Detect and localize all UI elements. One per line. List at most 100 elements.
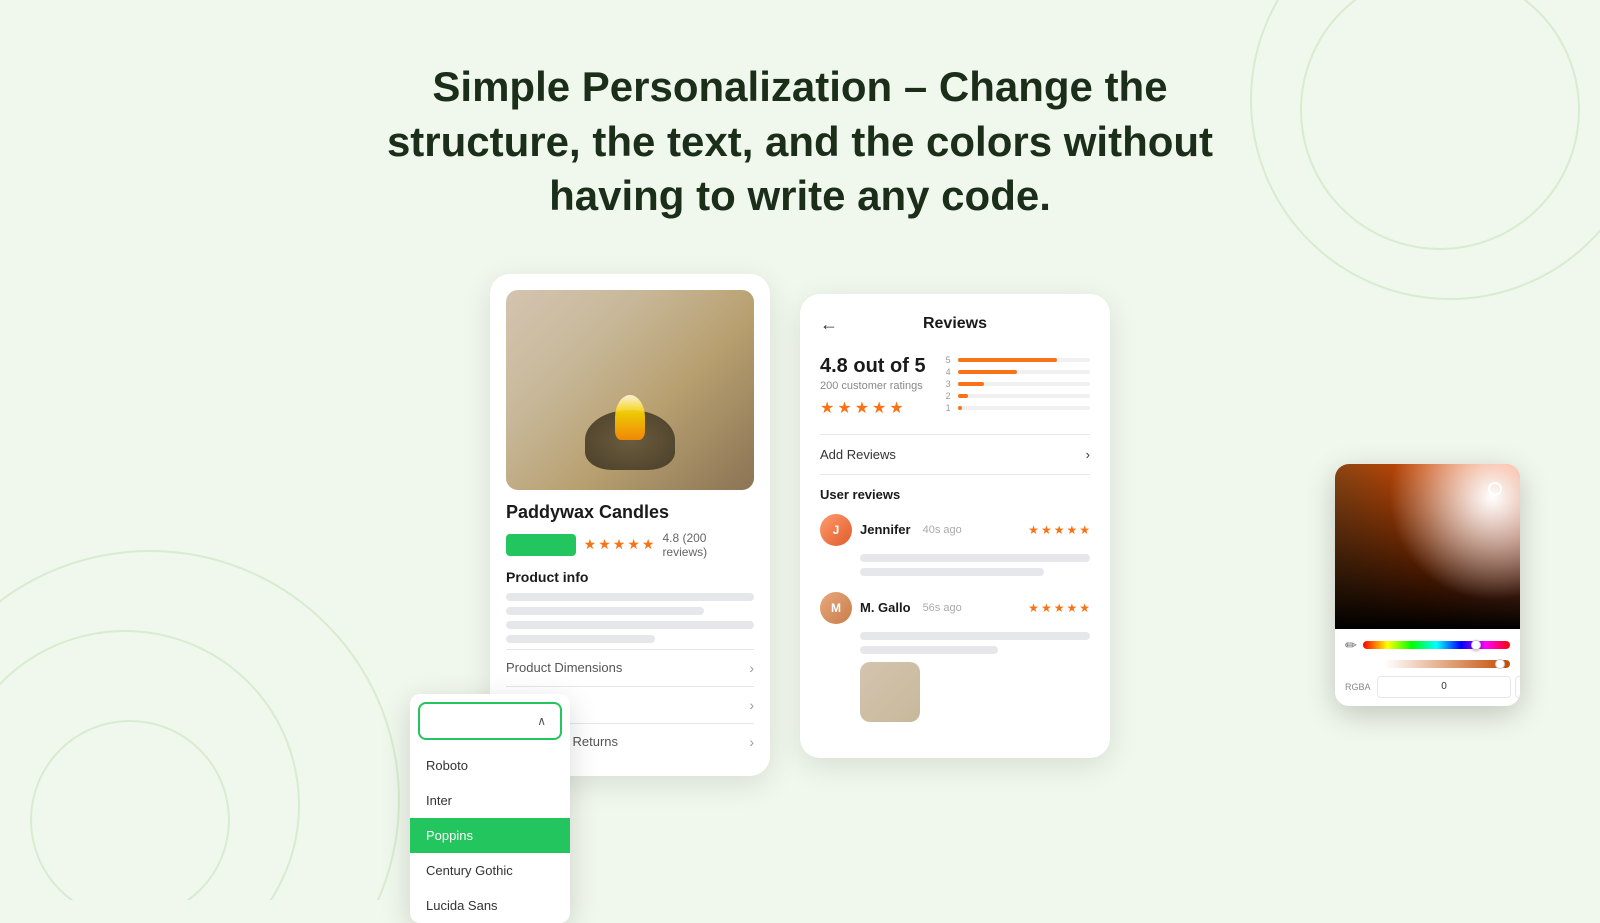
review-thumbnail	[860, 662, 920, 722]
rev-star-3: ★	[1054, 523, 1065, 537]
bar-track-1	[958, 406, 1090, 410]
color-picker: ✏ RGBA	[1335, 464, 1520, 706]
product-rating-row: ★ ★ ★ ★ ★ 4.8 (200 reviews)	[506, 531, 754, 559]
rgba-g-input[interactable]	[1515, 676, 1520, 698]
rgba-r-input[interactable]	[1377, 676, 1511, 698]
rgba-row: RGBA	[1345, 676, 1510, 698]
mgallo-skel-1	[860, 632, 1090, 640]
font-option-inter[interactable]: Inter	[410, 783, 570, 818]
big-star-4: ★	[872, 398, 886, 418]
user-reviews-label: User reviews	[820, 487, 1090, 502]
bar-label-5: 5	[946, 355, 954, 365]
bar-fill-1	[958, 406, 962, 410]
star-3: ★	[613, 536, 626, 553]
chevron-right-icon-2: ›	[749, 697, 754, 713]
rev-star-2: ★	[1041, 523, 1052, 537]
dropdown-trigger[interactable]: ∧	[418, 702, 562, 740]
reviews-header: ← Reviews	[820, 314, 1090, 335]
rating-big-number: 4.8 out of 5	[820, 355, 926, 378]
bar-fill-3	[958, 382, 984, 386]
bar-label-2: 2	[946, 391, 954, 401]
bar-fill-5	[958, 358, 1057, 362]
back-arrow-icon[interactable]: ←	[820, 314, 838, 335]
chevron-up-icon: ∧	[537, 714, 546, 728]
mgallo-skel-2	[860, 646, 998, 654]
big-star-5: ★	[889, 398, 903, 418]
star-2: ★	[598, 536, 611, 553]
add-reviews-row[interactable]: Add Reviews ›	[820, 434, 1090, 475]
hue-row: ✏	[1345, 637, 1510, 654]
accordion-dimensions[interactable]: Product Dimensions ›	[506, 649, 754, 686]
color-gradient-canvas[interactable]	[1335, 464, 1520, 629]
review-skel-2	[860, 568, 1044, 576]
bar-track-5	[958, 358, 1090, 362]
rev-star-5: ★	[1079, 523, 1090, 537]
bar-row-1: 1	[946, 403, 1090, 413]
add-reviews-chevron: ›	[1086, 447, 1090, 462]
hue-thumb[interactable]	[1471, 640, 1481, 650]
review-stars-mgallo: ★ ★ ★ ★ ★	[1028, 601, 1090, 615]
star-1: ★	[584, 536, 597, 553]
product-card: Paddywax Candles ★ ★ ★ ★ ★ 4.8 (200 revi…	[490, 274, 770, 776]
bar-label-3: 3	[946, 379, 954, 389]
mgallo-star-3: ★	[1054, 601, 1065, 615]
mgallo-star-5: ★	[1079, 601, 1090, 615]
font-option-roboto[interactable]: Roboto	[410, 748, 570, 783]
bar-row-5: 5	[946, 355, 1090, 365]
alpha-thumb[interactable]	[1495, 659, 1505, 669]
bar-label-1: 1	[946, 403, 954, 413]
rating-stars-big: ★ ★ ★ ★ ★	[820, 398, 926, 418]
rating-summary: 4.8 out of 5 200 customer ratings ★ ★ ★ …	[820, 355, 1090, 418]
pencil-icon[interactable]: ✏	[1345, 637, 1357, 654]
avatar-mgallo: M	[820, 592, 852, 624]
review-lines-mgallo	[860, 632, 1090, 654]
font-option-poppins[interactable]: Poppins	[410, 818, 570, 853]
mgallo-star-2: ★	[1041, 601, 1052, 615]
review-item-mgallo: M M. Gallo 56s ago ★ ★ ★ ★ ★	[820, 592, 1090, 722]
alpha-slider[interactable]	[1385, 660, 1510, 668]
add-reviews-label: Add Reviews	[820, 447, 896, 462]
bar-label-4: 4	[946, 367, 954, 377]
review-skel-1	[860, 554, 1090, 562]
bar-row-3: 3	[946, 379, 1090, 389]
rgba-mode-label: RGBA	[1345, 682, 1373, 692]
avatar-jennifer: J	[820, 514, 852, 546]
customer-count: 200 customer ratings	[820, 380, 926, 392]
product-image	[506, 290, 754, 490]
rating-text: 4.8 (200 reviews)	[662, 531, 754, 559]
bar-fill-2	[958, 394, 969, 398]
reviewer-name-mgallo: M. Gallo	[860, 600, 911, 615]
font-dropdown[interactable]: ∧ Roboto Inter Poppins Century Gothic Lu…	[410, 694, 570, 923]
font-option-century-gothic[interactable]: Century Gothic	[410, 853, 570, 888]
color-controls: ✏ RGBA	[1335, 629, 1520, 706]
green-progress-bar	[506, 534, 576, 556]
star-5: ★	[642, 536, 655, 553]
product-title: Paddywax Candles	[506, 502, 754, 523]
skeleton-line-2	[506, 607, 704, 615]
chevron-right-icon: ›	[749, 660, 754, 676]
review-lines-jennifer	[860, 554, 1090, 576]
skeleton-line-3	[506, 621, 754, 629]
big-star-1: ★	[820, 398, 834, 418]
review-time-jennifer: 40s ago	[923, 524, 962, 536]
big-star-3: ★	[855, 398, 869, 418]
page-title: Simple Personalization – Change the stru…	[350, 60, 1250, 224]
product-info-label: Product info	[506, 569, 754, 585]
reviewer-row-mgallo: M M. Gallo 56s ago ★ ★ ★ ★ ★	[820, 592, 1090, 624]
chevron-right-icon-3: ›	[749, 734, 754, 750]
skeleton-line-1	[506, 593, 754, 601]
bar-fill-4	[958, 370, 1018, 374]
accordion-label-dimensions: Product Dimensions	[506, 660, 622, 675]
review-stars-jennifer: ★ ★ ★ ★ ★	[1028, 523, 1090, 537]
font-option-lucida-sans[interactable]: Lucida Sans	[410, 888, 570, 923]
skeleton-line-4	[506, 635, 655, 643]
rating-bars: 5 4 3 2	[946, 355, 1090, 418]
bar-row-4: 4	[946, 367, 1090, 377]
rev-star-4: ★	[1066, 523, 1077, 537]
mgallo-star-1: ★	[1028, 601, 1039, 615]
product-stars: ★ ★ ★ ★ ★	[584, 536, 655, 553]
hue-slider[interactable]	[1363, 641, 1510, 649]
color-cursor[interactable]	[1488, 482, 1502, 496]
main-content: Paddywax Candles ★ ★ ★ ★ ★ 4.8 (200 revi…	[0, 264, 1600, 776]
review-time-mgallo: 56s ago	[923, 602, 962, 614]
